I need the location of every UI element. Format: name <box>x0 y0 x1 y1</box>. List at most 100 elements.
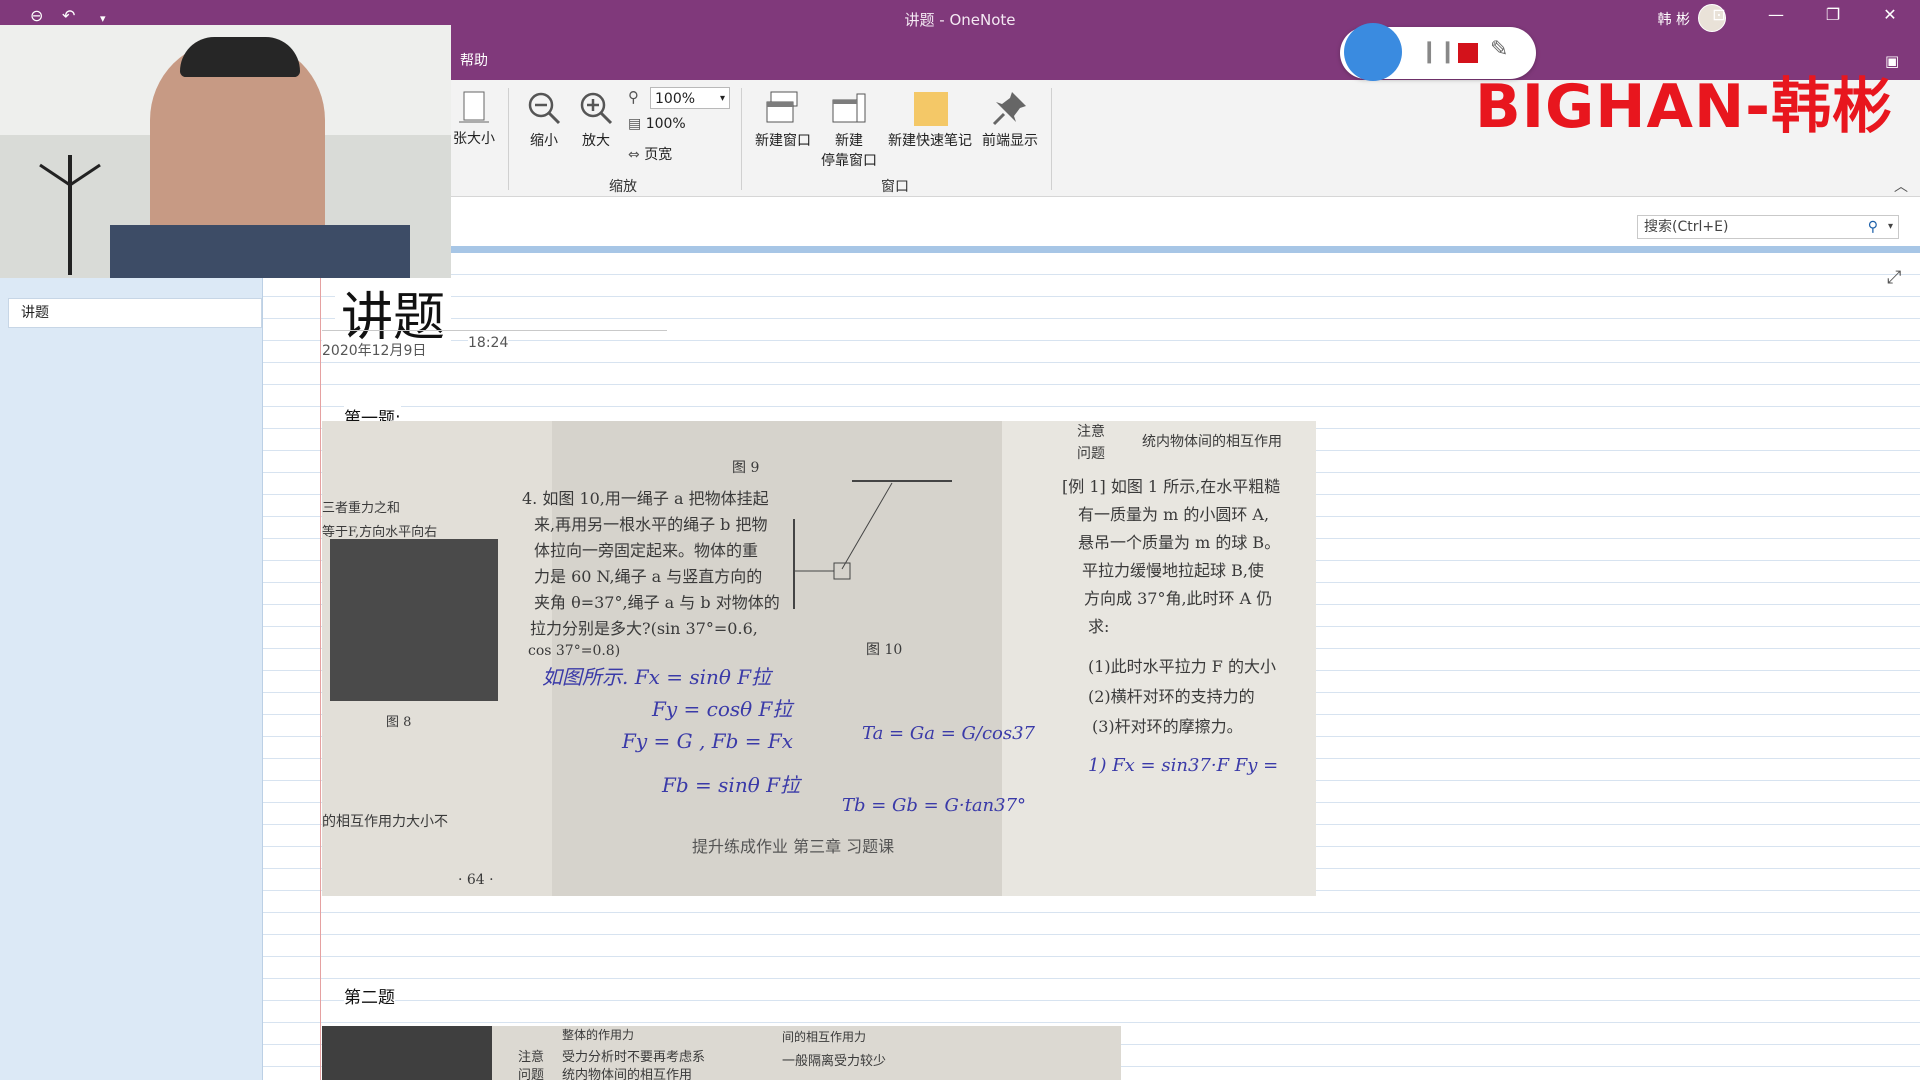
example-line-3: 悬吊一个质量为 m 的球 B。 <box>1078 533 1281 552</box>
page-icon <box>459 91 489 123</box>
page-list-pane <box>0 253 263 1080</box>
presenter-hair <box>180 37 300 77</box>
window-group-label: 窗口 <box>881 179 909 195</box>
fig10-caption: 图 10 <box>866 642 903 658</box>
new-docked-window-label-1: 新建 <box>835 133 863 149</box>
hundred-percent-label: 100% <box>645 116 686 132</box>
page-width-button[interactable]: ⇔ 页宽 <box>628 144 672 164</box>
page-zoom-label: 张大小 <box>453 131 495 147</box>
record-indicator-icon[interactable] <box>1344 23 1402 81</box>
left-line-2: 等于F,方向水平向右 <box>322 525 438 540</box>
handwriting-1: 如图所示. Fx = sinθ F拉 <box>542 665 772 689</box>
webcam-overlay <box>0 25 451 278</box>
divider <box>741 88 742 190</box>
pin-icon <box>992 92 1026 126</box>
question-line-5: 夹角 θ=37°,绳子 a 与 b 对物体的 <box>534 593 780 612</box>
hundred-percent-button[interactable]: ▤ 100% <box>628 116 686 132</box>
divider <box>1051 88 1052 190</box>
question-line-3: 体拉向一旁固定起来。物体的重 <box>534 541 759 560</box>
example-line-7: (1)此时水平拉力 F 的大小 <box>1088 657 1276 676</box>
page-zoom-button[interactable]: 张大小 <box>448 90 500 148</box>
zoom-input[interactable]: 100% ▾ <box>650 87 730 109</box>
footer-text: 提升练成作业 第三章 习题课 <box>692 837 895 856</box>
left-line-1: 三者重力之和 <box>322 501 401 516</box>
docked-window-icon <box>832 93 866 123</box>
example-line-2: 有一质量为 m 的小圆环 A, <box>1078 505 1270 524</box>
question-line-6: 拉力分别是多大?(sin 37°=0.6, <box>530 619 758 638</box>
example-line-6: 求: <box>1088 617 1110 636</box>
coat-rack <box>39 155 101 275</box>
minimize-icon[interactable]: — <box>1756 5 1796 24</box>
handwriting-3: Fy = G , Fb = Fx <box>622 729 794 753</box>
page-width-label: 页宽 <box>644 147 673 163</box>
zoom-out-icon <box>528 92 561 125</box>
full-page-view-icon[interactable]: ⤢ <box>1887 267 1901 288</box>
page-tab-jiangti[interactable]: 讲题 <box>8 298 262 328</box>
page-title[interactable]: 讲题 <box>335 275 452 350</box>
ribbon-display-icon[interactable]: ⊡ <box>1699 5 1739 24</box>
zoom-group-label: 缩放 <box>609 179 637 195</box>
left-line-3: 的相互作用力大小不 <box>322 814 448 830</box>
zoom-in-button[interactable]: 放大 <box>572 90 620 150</box>
example-line-5: 方向成 37°角,此时环 A 仍 <box>1084 589 1273 608</box>
margin-line <box>320 253 321 1080</box>
handwriting-2: Fy = cosθ F拉 <box>652 697 793 721</box>
close-icon[interactable]: ✕ <box>1870 5 1910 24</box>
p2-top-1: 整体的作用力 <box>562 1028 635 1042</box>
p2-head-1: 注意 <box>518 1050 545 1065</box>
page-small-icon: ▤ <box>628 116 642 132</box>
right-box-label-2: 问题 <box>1077 446 1105 462</box>
search-icon[interactable]: ⚲ <box>1868 216 1878 238</box>
new-quick-note-label: 新建快速笔记 <box>888 133 972 149</box>
handwriting-4: Fb = sinθ F拉 <box>662 773 800 797</box>
search-placeholder: 搜索(Ctrl+E) <box>1644 219 1729 235</box>
new-quick-note-button[interactable]: 新建快速笔记 <box>882 90 978 150</box>
sticky-note-icon <box>914 92 948 126</box>
textbook-photo-2[interactable]: 整体的作用力 间的相互作用力 注意 问题 受力分析时不要再考虑系 统内物体间的相… <box>322 1026 1121 1080</box>
example-line-9: (3)杆对环的摩擦力。 <box>1092 717 1243 736</box>
p2-line-1: 受力分析时不要再考虑系 <box>562 1050 706 1065</box>
right-box-label-1: 注意 <box>1077 424 1105 440</box>
zoom-value: 100% <box>655 91 696 107</box>
user-name[interactable]: 韩 彬 <box>1658 9 1690 29</box>
heading-question-2[interactable]: 第二题 <box>344 983 395 1008</box>
fig8-caption: 图 8 <box>386 715 412 730</box>
p2-head-2: 问题 <box>518 1068 545 1080</box>
search-input[interactable]: 搜索(Ctrl+E) ⚲ ▾ <box>1637 215 1899 239</box>
photo2-dark-region <box>322 1026 492 1080</box>
always-on-top-button[interactable]: 前端显示 <box>978 90 1042 150</box>
gymnast-image <box>330 539 498 701</box>
zoom-out-button[interactable]: 缩小 <box>520 90 568 150</box>
question-line-2: 来,再用另一根水平的绳子 b 把物 <box>534 515 768 534</box>
page-time: 18:24 <box>468 335 509 351</box>
collapse-ribbon-icon[interactable]: ︿ <box>1894 176 1908 196</box>
pause-icon[interactable]: ❙❙ <box>1420 39 1457 64</box>
magnifier-icon: ⚲ <box>628 88 639 106</box>
p2-line-3: 一般隔离受力较少 <box>782 1054 887 1069</box>
handwriting-5: Ta = Ga = G/cos37 <box>862 723 1036 744</box>
zoom-in-label: 放大 <box>582 133 610 149</box>
page-width-icon: ⇔ <box>628 147 640 163</box>
zoom-in-icon <box>580 92 613 125</box>
page-number: · 64 · <box>458 872 494 888</box>
example-line-8: (2)横杆对环的支持力的 <box>1088 687 1255 706</box>
new-docked-window-label-2: 停靠窗口 <box>821 153 877 169</box>
question-line-7: cos 37°=0.8) <box>528 643 621 659</box>
handwriting-7: 1) Fx = sin37·F Fy = <box>1088 755 1279 776</box>
new-window-label: 新建窗口 <box>755 133 811 149</box>
right-box-text: 统内物体间的相互作用 <box>1142 434 1282 450</box>
restore-icon[interactable]: ❐ <box>1813 5 1853 24</box>
chevron-down-icon[interactable]: ▾ <box>1888 216 1893 238</box>
fig10-diagram <box>793 480 952 609</box>
title-underline <box>322 330 667 331</box>
new-docked-window-button[interactable]: 新建 停靠窗口 <box>818 90 880 170</box>
question-line-1: 4. 如图 10,用一绳子 a 把物体挂起 <box>522 489 769 508</box>
handwriting-6: Tb = Gb = G·tan37° <box>842 795 1027 816</box>
textbook-photo-1[interactable]: 图 9 三者重力之和 等于F,方向水平向右 图 8 的相互作用力大小不 · 64… <box>322 421 1316 896</box>
example-line-4: 平拉力缓慢地拉起球 B,使 <box>1082 561 1264 580</box>
question-line-4: 力是 60 N,绳子 a 与竖直方向的 <box>534 567 763 586</box>
fig9-caption: 图 9 <box>732 460 760 476</box>
page-date: 2020年12月9日 <box>322 340 427 360</box>
menu-help[interactable]: 帮助 <box>460 50 488 70</box>
new-window-button[interactable]: 新建窗口 <box>752 90 814 150</box>
